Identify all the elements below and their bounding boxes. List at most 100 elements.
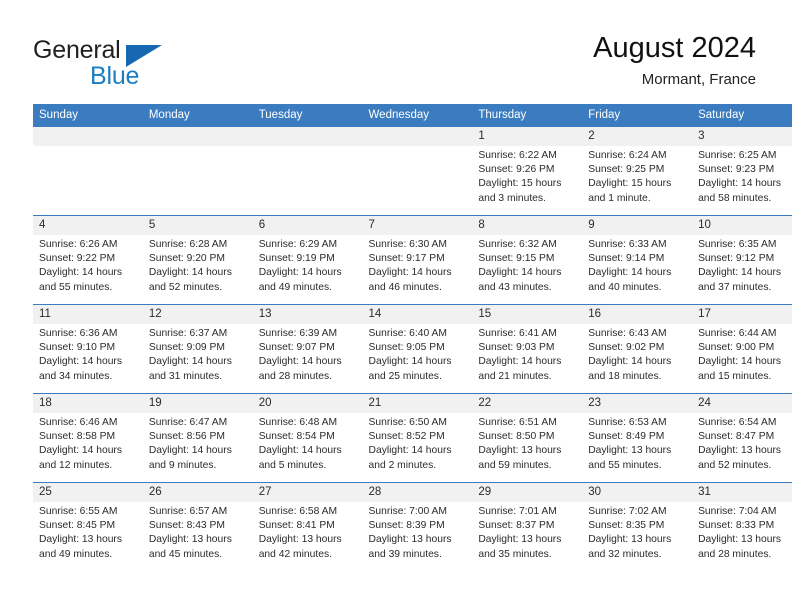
daylight-text-line2: and 52 minutes.	[698, 459, 772, 471]
day-number: 12	[142, 305, 253, 324]
day-cell[interactable]: 22 Sunrise: 6:51 AM Sunset: 8:50 PM Dayl…	[472, 393, 583, 483]
day-cell[interactable]: 2 Sunrise: 6:24 AM Sunset: 9:25 PM Dayli…	[582, 127, 693, 216]
daylight-text-line2: and 43 minutes.	[478, 281, 552, 293]
day-details: Sunrise: 6:32 AM Sunset: 9:15 PM Dayligh…	[472, 235, 582, 295]
day-cell[interactable]: 17 Sunrise: 6:44 AM Sunset: 9:00 PM Dayl…	[692, 304, 792, 394]
day-cell[interactable]: 12 Sunrise: 6:37 AM Sunset: 9:09 PM Dayl…	[142, 304, 253, 394]
weekday-header-sunday: Sunday	[33, 104, 143, 127]
brand-name-blue: Blue	[90, 62, 140, 90]
sunset-text: Sunset: 8:37 PM	[478, 520, 555, 532]
page-title: August 2024	[593, 32, 756, 64]
daylight-text-line1: Daylight: 14 hours	[148, 356, 232, 368]
daylight-text-line1: Daylight: 13 hours	[588, 534, 672, 546]
daylight-text-line2: and 49 minutes.	[258, 281, 332, 293]
day-cell[interactable]: 24 Sunrise: 6:54 AM Sunset: 8:47 PM Dayl…	[692, 393, 792, 483]
sunset-text: Sunset: 9:14 PM	[588, 253, 665, 265]
day-details: Sunrise: 6:41 AM Sunset: 9:03 PM Dayligh…	[472, 324, 582, 384]
daylight-text-line1: Daylight: 14 hours	[148, 267, 232, 279]
day-cell[interactable]: 1 Sunrise: 6:22 AM Sunset: 9:26 PM Dayli…	[472, 127, 583, 216]
brand-logo[interactable]: General Blue	[33, 36, 263, 92]
day-number	[142, 127, 253, 146]
day-cell[interactable]: 7 Sunrise: 6:30 AM Sunset: 9:17 PM Dayli…	[362, 215, 473, 305]
weekday-header-friday: Friday	[582, 104, 693, 127]
day-details: Sunrise: 6:55 AM Sunset: 8:45 PM Dayligh…	[33, 502, 143, 562]
day-details: Sunrise: 6:35 AM Sunset: 9:12 PM Dayligh…	[692, 235, 792, 295]
day-number: 9	[582, 216, 693, 235]
calendar-table: Sunday Monday Tuesday Wednesday Thursday…	[33, 104, 792, 571]
brand-name-general: General	[33, 36, 121, 64]
day-cell[interactable]: 29 Sunrise: 7:01 AM Sunset: 8:37 PM Dayl…	[472, 482, 583, 571]
sunrise-text: Sunrise: 6:57 AM	[148, 506, 228, 517]
daylight-text-line1: Daylight: 13 hours	[698, 445, 782, 457]
day-cell[interactable]: 23 Sunrise: 6:53 AM Sunset: 8:49 PM Dayl…	[582, 393, 693, 483]
day-cell[interactable]	[33, 127, 143, 216]
day-cell[interactable]	[142, 127, 253, 216]
daylight-text-line2: and 1 minute.	[588, 192, 651, 204]
weekday-header-thursday: Thursday	[472, 104, 583, 127]
daylight-text-line1: Daylight: 14 hours	[368, 267, 452, 279]
sunset-text: Sunset: 9:25 PM	[588, 164, 665, 176]
day-number: 22	[472, 394, 583, 413]
day-cell[interactable]: 4 Sunrise: 6:26 AM Sunset: 9:22 PM Dayli…	[33, 215, 143, 305]
day-cell[interactable]: 30 Sunrise: 7:02 AM Sunset: 8:35 PM Dayl…	[582, 482, 693, 571]
day-cell[interactable]: 5 Sunrise: 6:28 AM Sunset: 9:20 PM Dayli…	[142, 215, 253, 305]
day-cell[interactable]: 8 Sunrise: 6:32 AM Sunset: 9:15 PM Dayli…	[472, 215, 583, 305]
day-cell[interactable]: 14 Sunrise: 6:40 AM Sunset: 9:05 PM Dayl…	[362, 304, 473, 394]
day-cell[interactable]: 10 Sunrise: 6:35 AM Sunset: 9:12 PM Dayl…	[692, 215, 792, 305]
day-cell[interactable]: 21 Sunrise: 6:50 AM Sunset: 8:52 PM Dayl…	[362, 393, 473, 483]
sunset-text: Sunset: 9:26 PM	[478, 164, 555, 176]
day-number: 19	[142, 394, 253, 413]
daylight-text-line2: and 12 minutes.	[39, 459, 113, 471]
sunset-text: Sunset: 9:12 PM	[698, 253, 775, 265]
sunrise-text: Sunrise: 6:29 AM	[258, 239, 338, 250]
daylight-text-line1: Daylight: 14 hours	[478, 267, 562, 279]
sunset-text: Sunset: 9:05 PM	[368, 342, 445, 354]
day-details	[363, 146, 473, 149]
day-cell[interactable]: 25 Sunrise: 6:55 AM Sunset: 8:45 PM Dayl…	[33, 482, 143, 571]
calendar-week-row: 1 Sunrise: 6:22 AM Sunset: 9:26 PM Dayli…	[33, 127, 792, 216]
daylight-text-line2: and 37 minutes.	[698, 281, 772, 293]
daylight-text-line2: and 21 minutes.	[478, 370, 552, 382]
day-details: Sunrise: 6:51 AM Sunset: 8:50 PM Dayligh…	[472, 413, 582, 473]
day-details: Sunrise: 6:57 AM Sunset: 8:43 PM Dayligh…	[143, 502, 253, 562]
day-cell[interactable]: 13 Sunrise: 6:39 AM Sunset: 9:07 PM Dayl…	[252, 304, 363, 394]
weekday-header-tuesday: Tuesday	[252, 104, 363, 127]
day-cell[interactable]: 20 Sunrise: 6:48 AM Sunset: 8:54 PM Dayl…	[252, 393, 363, 483]
day-cell[interactable]: 19 Sunrise: 6:47 AM Sunset: 8:56 PM Dayl…	[142, 393, 253, 483]
sunset-text: Sunset: 9:19 PM	[258, 253, 335, 265]
sunrise-text: Sunrise: 7:00 AM	[368, 506, 447, 517]
day-cell[interactable]: 28 Sunrise: 7:00 AM Sunset: 8:39 PM Dayl…	[362, 482, 473, 571]
sunrise-text: Sunrise: 6:55 AM	[39, 506, 118, 517]
daylight-text-line1: Daylight: 14 hours	[39, 445, 122, 457]
sunset-text: Sunset: 9:00 PM	[698, 342, 775, 354]
sunrise-text: Sunrise: 6:54 AM	[698, 417, 777, 428]
day-cell[interactable]: 31 Sunrise: 7:04 AM Sunset: 8:33 PM Dayl…	[692, 482, 792, 571]
day-cell[interactable]: 6 Sunrise: 6:29 AM Sunset: 9:19 PM Dayli…	[252, 215, 363, 305]
sunset-text: Sunset: 9:17 PM	[368, 253, 445, 265]
day-cell[interactable]: 26 Sunrise: 6:57 AM Sunset: 8:43 PM Dayl…	[142, 482, 253, 571]
calendar-page: General Blue August 2024 Mormant, France…	[0, 0, 792, 612]
calendar-header-row: Sunday Monday Tuesday Wednesday Thursday…	[33, 104, 792, 127]
daylight-text-line1: Daylight: 13 hours	[39, 534, 122, 546]
day-cell[interactable]: 15 Sunrise: 6:41 AM Sunset: 9:03 PM Dayl…	[472, 304, 583, 394]
sunrise-text: Sunrise: 6:25 AM	[698, 150, 777, 161]
day-cell[interactable]: 3 Sunrise: 6:25 AM Sunset: 9:23 PM Dayli…	[692, 127, 792, 216]
daylight-text-line2: and 42 minutes.	[258, 548, 332, 560]
sunrise-text: Sunrise: 6:35 AM	[698, 239, 777, 250]
calendar-body: 1 Sunrise: 6:22 AM Sunset: 9:26 PM Dayli…	[33, 127, 792, 571]
day-cell[interactable]: 9 Sunrise: 6:33 AM Sunset: 9:14 PM Dayli…	[582, 215, 693, 305]
daylight-text-line1: Daylight: 13 hours	[368, 534, 452, 546]
day-cell[interactable]: 27 Sunrise: 6:58 AM Sunset: 8:41 PM Dayl…	[252, 482, 363, 571]
sunrise-text: Sunrise: 6:22 AM	[478, 150, 557, 161]
day-cell[interactable]	[252, 127, 363, 216]
daylight-text-line1: Daylight: 13 hours	[478, 445, 562, 457]
sunset-text: Sunset: 8:39 PM	[368, 520, 445, 532]
weekday-header-monday: Monday	[142, 104, 253, 127]
weekday-header-saturday: Saturday	[692, 104, 792, 127]
calendar-week-row: 18 Sunrise: 6:46 AM Sunset: 8:58 PM Dayl…	[33, 393, 792, 483]
day-cell[interactable]: 16 Sunrise: 6:43 AM Sunset: 9:02 PM Dayl…	[582, 304, 693, 394]
day-cell[interactable]: 11 Sunrise: 6:36 AM Sunset: 9:10 PM Dayl…	[33, 304, 143, 394]
day-cell[interactable]	[362, 127, 473, 216]
day-cell[interactable]: 18 Sunrise: 6:46 AM Sunset: 8:58 PM Dayl…	[33, 393, 143, 483]
sunset-text: Sunset: 8:56 PM	[148, 431, 225, 443]
